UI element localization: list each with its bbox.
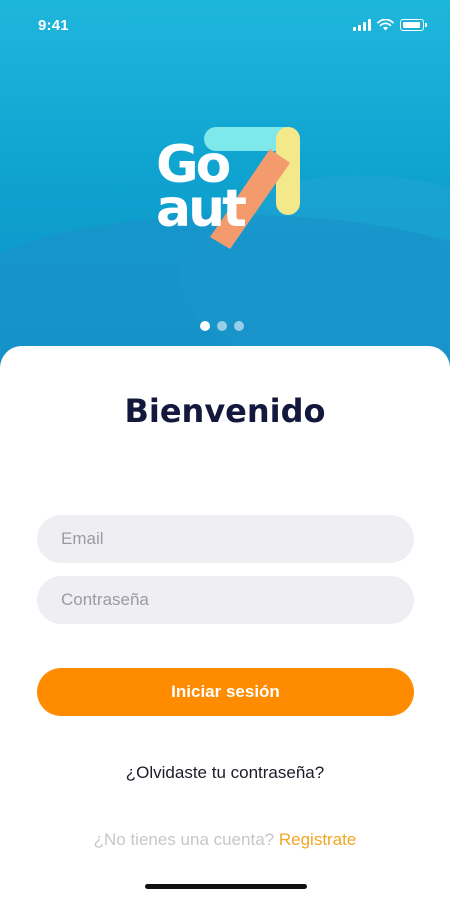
password-field[interactable] <box>37 576 414 624</box>
welcome-title: Bienvenido <box>124 392 326 430</box>
forgot-password-link[interactable]: ¿Olvidaste tu contraseña? <box>0 763 450 783</box>
email-field[interactable] <box>37 515 414 563</box>
carousel-dots[interactable] <box>200 321 244 331</box>
logo-wordmark: Go aut <box>156 139 247 239</box>
hero-banner: 9:41 Go aut <box>0 0 450 380</box>
status-time: 9:41 <box>38 16 69 34</box>
login-button[interactable]: Iniciar sesión <box>37 668 414 716</box>
wifi-icon <box>377 19 394 31</box>
carousel-dot-2[interactable] <box>217 321 227 331</box>
carousel-dot-3[interactable] <box>234 321 244 331</box>
home-indicator[interactable] <box>145 884 307 889</box>
signup-prompt: ¿No tienes una cuenta? Registrate <box>0 830 450 850</box>
status-icons <box>353 19 427 31</box>
goaut-logo: Go aut <box>152 125 302 250</box>
status-bar: 9:41 <box>0 0 450 50</box>
signal-icon <box>353 19 371 31</box>
battery-icon <box>400 19 427 31</box>
signup-prompt-text: ¿No tienes una cuenta? <box>93 830 275 849</box>
logo-line-2: aut <box>156 179 247 239</box>
carousel-dot-1[interactable] <box>200 321 210 331</box>
signup-link[interactable]: Registrate <box>279 830 356 849</box>
